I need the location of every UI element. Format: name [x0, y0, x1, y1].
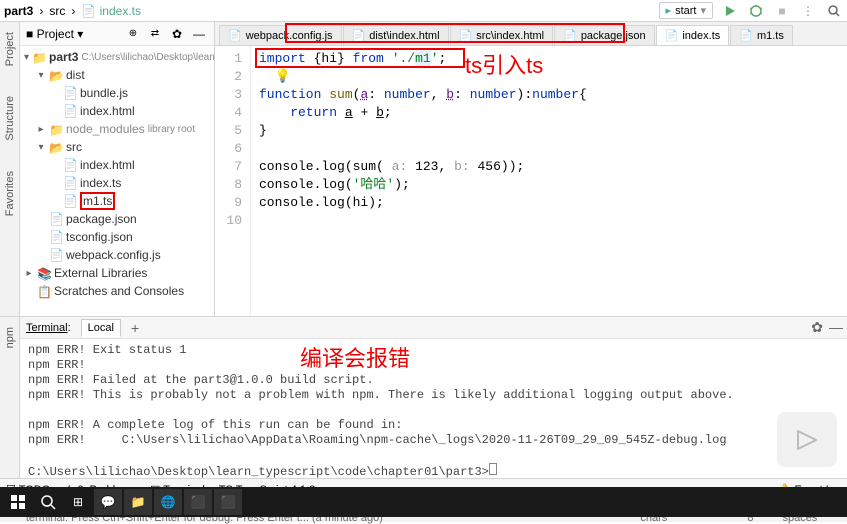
terminal-tab-local[interactable]: Local: [81, 319, 121, 337]
terminal-output[interactable]: npm ERR! Exit status 1 npm ERR! npm ERR!…: [20, 339, 847, 478]
hide-icon[interactable]: —: [190, 25, 208, 43]
more-icon[interactable]: ⋮: [799, 2, 817, 20]
editor-panel: 📄webpack.config.js 📄dist\index.html 📄src…: [215, 22, 847, 316]
app-icon[interactable]: ⬛: [184, 489, 212, 515]
favorites-toolwindow-tab[interactable]: Favorites: [4, 171, 16, 216]
code-content[interactable]: import {hi} from './m1'; 💡 function sum(…: [251, 46, 587, 316]
add-terminal-icon[interactable]: +: [131, 320, 139, 336]
code-editor[interactable]: ts引入ts 12345678910 import {hi} from './m…: [215, 46, 847, 316]
breadcrumb-file[interactable]: 📄 index.ts: [81, 4, 141, 18]
project-tree[interactable]: ▾📁part3 C:\Users\lilichao\Desktop\learn_…: [20, 46, 214, 302]
play-icon: [792, 427, 822, 453]
breadcrumb-part[interactable]: part3: [4, 4, 33, 18]
hide-icon[interactable]: —: [829, 319, 843, 335]
npm-toolwindow-tab[interactable]: npm: [4, 327, 16, 348]
taskbar: ⊞ 💬 📁 🌐 ⬛ ⬛: [0, 487, 847, 517]
app-icon[interactable]: 🌐: [154, 489, 182, 515]
editor-tab[interactable]: 📄dist\index.html: [343, 25, 449, 45]
app-icon[interactable]: ⬛: [214, 489, 242, 515]
gear-icon[interactable]: ✿: [168, 25, 186, 43]
windows-start-icon[interactable]: [4, 489, 32, 515]
structure-toolwindow-tab[interactable]: Structure: [4, 96, 16, 141]
run-icon[interactable]: [721, 2, 739, 20]
debug-icon[interactable]: [747, 2, 765, 20]
search-icon[interactable]: [825, 2, 843, 20]
gear-icon[interactable]: ✿: [811, 319, 823, 336]
app-icon[interactable]: 💬: [94, 489, 122, 515]
editor-tab[interactable]: 📄package.json: [554, 25, 655, 45]
expand-icon[interactable]: ⇄: [146, 25, 164, 43]
editor-tabs: 📄webpack.config.js 📄dist\index.html 📄src…: [215, 22, 847, 46]
project-toolwindow-tab[interactable]: Project: [4, 32, 16, 66]
overlay-widget[interactable]: [777, 412, 837, 467]
chevron-right-icon: ›: [39, 4, 43, 18]
gutter: 12345678910: [215, 46, 251, 316]
editor-tab-active[interactable]: 📄index.ts: [656, 25, 730, 45]
app-icon[interactable]: 📁: [124, 489, 152, 515]
selected-file: m1.ts: [80, 192, 115, 210]
editor-tab[interactable]: 📄src\index.html: [450, 25, 554, 45]
editor-tab[interactable]: 📄webpack.config.js: [219, 25, 342, 45]
chevron-right-icon: ›: [71, 4, 75, 18]
terminal-panel: npm Terminal: Local + ✿ — 编译会报错 npm ERR!…: [0, 316, 847, 478]
stop-icon[interactable]: ■: [773, 2, 791, 20]
taskview-icon[interactable]: ⊞: [64, 489, 92, 515]
editor-tab[interactable]: 📄m1.ts: [730, 25, 793, 45]
terminal-tabs: Terminal: Local + ✿ —: [20, 317, 847, 339]
search-icon[interactable]: [34, 489, 62, 515]
left-toolwindow-tabs: Project Structure Favorites: [0, 22, 20, 316]
breadcrumb-bar: part3 › src › 📄 index.ts ▸start▾ ■ ⋮: [0, 0, 847, 22]
project-panel: ■ Project ▾ ⊕ ⇄ ✿ — ▾📁part3 C:\Users\lil…: [20, 22, 215, 316]
run-config-dropdown[interactable]: ▸start▾: [659, 2, 713, 19]
collapse-icon[interactable]: ⊕: [124, 25, 142, 43]
project-dropdown[interactable]: ■ Project ▾: [26, 27, 83, 41]
breadcrumb-part[interactable]: src: [49, 4, 65, 18]
terminal-tab-label: Terminal:: [26, 322, 71, 334]
